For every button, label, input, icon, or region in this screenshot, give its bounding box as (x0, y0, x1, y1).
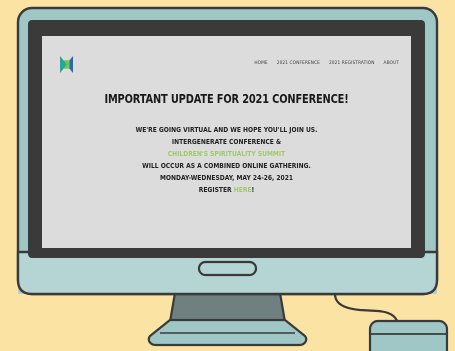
register-prefix: REGISTER (198, 185, 234, 194)
announcement-line-conference: INTERGENERATE CONFERENCE & (171, 137, 282, 146)
register-line: REGISTER HERE! (75, 184, 378, 196)
power-button-icon[interactable] (197, 260, 258, 277)
logo-icon[interactable] (60, 56, 73, 73)
nav-home[interactable]: HOME (254, 61, 267, 66)
mouse-icon[interactable] (368, 319, 449, 351)
nav-2021-conference[interactable]: 2021 CONFERENCE (277, 61, 320, 66)
monitor-illustration: HOME 2021 CONFERENCE 2021 REGISTRATION A… (0, 0, 455, 351)
announcement-line-summit: CHILDREN'S SPIRITUALITY SUMMIT (167, 149, 286, 158)
announcement-line-gathering: WILL OCCUR AS A COMBINED ONLINE GATHERIN… (142, 161, 311, 170)
monitor-screen: HOME 2021 CONFERENCE 2021 REGISTRATION A… (42, 36, 411, 248)
announcement-line-dates: MONDAY-WEDNESDAY, MAY 24-26, 2021 (159, 173, 294, 182)
announcement-body: WE'RE GOING VIRTUAL AND WE HOPE YOU'LL J… (42, 124, 411, 196)
register-suffix: ! (251, 185, 255, 194)
site-nav: HOME 2021 CONFERENCE 2021 REGISTRATION A… (254, 61, 399, 66)
nav-2021-registration[interactable]: 2021 REGISTRATION (329, 61, 375, 66)
register-here-link[interactable]: HERE (234, 185, 252, 194)
page-headline: IMPORTANT UPDATE FOR 2021 CONFERENCE! (104, 91, 349, 106)
nav-about[interactable]: ABOUT (384, 61, 399, 66)
announcement-line-virtual: WE'RE GOING VIRTUAL AND WE HOPE YOU'LL J… (135, 125, 318, 134)
monitor-stand (147, 285, 308, 347)
